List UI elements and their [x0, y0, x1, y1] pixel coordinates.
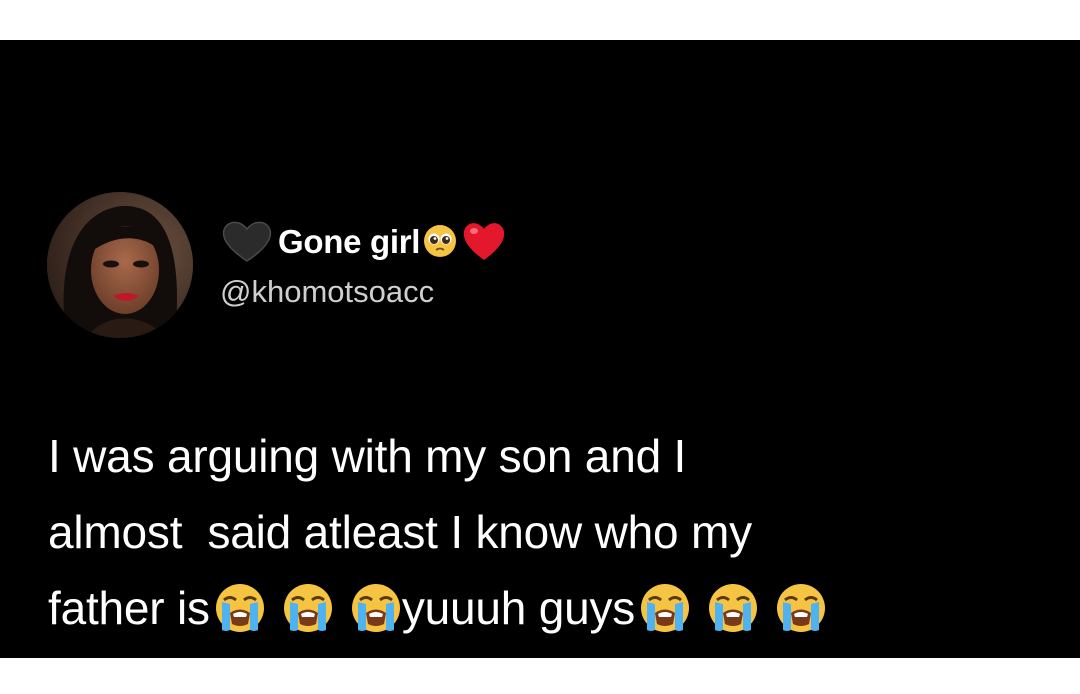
- tweet-line: father is yuuuh guys: [48, 570, 1048, 646]
- avatar[interactable]: [47, 192, 193, 338]
- author-name-row[interactable]: Gone girl: [220, 215, 507, 267]
- tweet-screenshot: Gone girl @khomotsoacc I was arguing wit…: [0, 40, 1080, 658]
- black-heart-icon: [222, 221, 272, 262]
- loudly-crying-face-icon: [707, 582, 759, 634]
- tweet-line-text: yuuuh guys: [401, 582, 636, 634]
- tweet-line: I was arguing with my son and I: [48, 430, 687, 482]
- tweet-line-text: father is: [48, 582, 210, 634]
- pleading-face-icon: [424, 225, 457, 257]
- red-heart-icon: [463, 223, 505, 260]
- avatar-photo: [47, 192, 193, 338]
- author-handle[interactable]: @khomotsoacc: [220, 276, 434, 307]
- tweet-text: I was arguing with my son and I almost s…: [48, 418, 1048, 646]
- display-name: Gone girl: [278, 222, 421, 260]
- tweet-line: almost said atleast I know who my: [48, 506, 752, 558]
- loudly-crying-face-icon: [282, 582, 334, 634]
- loudly-crying-face-icon: [775, 582, 827, 634]
- loudly-crying-face-icon: [639, 582, 691, 634]
- loudly-crying-face-icon: [214, 582, 266, 634]
- loudly-crying-face-icon: [350, 582, 402, 634]
